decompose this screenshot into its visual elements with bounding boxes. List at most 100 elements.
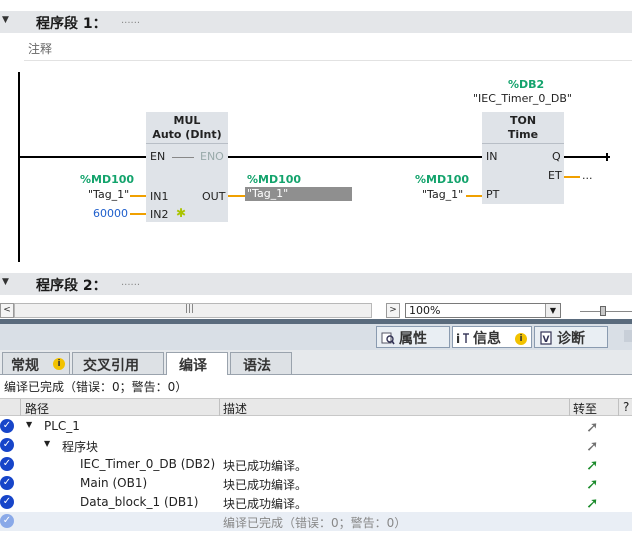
mul-in1-tag[interactable]: "Tag_1" [88,188,129,201]
svg-text:i: i [456,332,460,345]
zoom-slider[interactable] [578,304,632,319]
info-badge-icon: i [53,358,65,370]
tab-diagnostics-label: 诊断 [557,331,585,347]
ton-pin-et: ET [548,169,562,182]
ton-db-name[interactable]: "IEC_Timer_0_DB" [473,92,572,105]
row-description: 编译已完成（错误：0；警告：0） [223,516,407,530]
mul-out-tag-field[interactable]: "Tag_1" [245,187,352,201]
table-row[interactable]: ✓ Main (OB1) 块已成功编译。 ➚ [0,474,632,493]
row-path: 程序块 [62,440,99,454]
scroll-left-button[interactable]: < [0,303,14,318]
results-table-header: 路径 描述 转至 ? [0,398,632,416]
mul-pin-in1: IN1 [150,190,169,203]
goto-arrow-icon[interactable]: ➚ [586,456,599,474]
tab-compile[interactable]: 编译 [166,352,228,375]
mul-out-connector [228,195,245,197]
mul-pin-in2: IN2 [150,208,169,221]
scroll-grip[interactable]: ||| [185,304,194,314]
ton-block-divider [482,143,564,144]
column-separator[interactable] [219,399,220,416]
segment-1-comment[interactable]: 注释 [24,38,632,61]
success-check-icon: ✓ [0,457,14,471]
add-input-star-icon[interactable]: ✱ [176,206,186,220]
power-rail [18,72,20,262]
scroll-right-button[interactable]: > [386,303,400,318]
diagnostics-icon: V [540,331,552,345]
tab-syntax-label: 语法 [243,358,271,374]
table-row[interactable]: ✓ ▼ PLC_1 ➚ [0,417,632,436]
tab-info[interactable]: i 信息 i [452,326,532,348]
column-goto[interactable]: 转至 [573,400,597,417]
ton-pt-connector [466,195,482,197]
column-separator[interactable] [618,399,619,416]
segment-2-title: 程序段 2： [36,278,107,294]
ton-block[interactable]: TON Time IN Q ET PT [482,112,564,204]
ton-db-address[interactable]: %DB2 [508,78,544,91]
chevron-down-icon[interactable]: ▼ [545,304,560,317]
rung-end-marker [606,153,608,161]
ton-pt-address[interactable]: %MD100 [415,173,469,186]
table-row[interactable]: ✓ Data_block_1 (DB1) 块已成功编译。 ➚ [0,493,632,512]
ton-pt-tag[interactable]: "Tag_1" [422,188,463,201]
ton-pin-pt: PT [486,188,500,201]
ton-pin-in: IN [486,150,498,163]
mul-in2-constant[interactable]: 60000 [93,207,128,220]
tab-cross-reference-label: 交叉引用 [83,358,139,374]
segment-1-title-placeholder[interactable]: ...... [121,15,140,26]
mul-block-type[interactable]: Auto (DInt) [146,128,228,141]
ton-et-value[interactable]: ... [582,169,593,182]
tab-cross-reference[interactable]: 交叉引用 [72,352,164,374]
mul-block[interactable]: MUL Auto (DInt) EN ENO IN1 OUT IN2 ✱ [146,112,228,222]
column-description[interactable]: 描述 [223,400,247,417]
success-check-icon: ✓ [0,438,14,452]
segment-2-title-placeholder[interactable]: ...... [121,277,140,288]
success-check-icon: ✓ [0,495,14,509]
mul-out-address[interactable]: %MD100 [247,173,301,186]
goto-arrow-icon[interactable]: ➚ [586,437,599,455]
pane-tab-scroll[interactable] [624,330,632,342]
mul-pin-eno: ENO [200,150,224,163]
success-check-icon: ✓ [0,514,14,528]
expand-triangle-icon[interactable]: ▼ [44,439,50,448]
collapse-triangle-icon[interactable]: ▼ [2,15,9,25]
zoom-slider-thumb[interactable] [600,306,606,316]
table-row[interactable]: ✓ ▼ 程序块 ➚ [0,436,632,455]
properties-icon [381,332,395,345]
tab-general-label: 常规 [11,358,39,374]
expand-triangle-icon[interactable]: ▼ [26,420,32,429]
tab-general[interactable]: 常规 i [2,352,70,374]
column-help[interactable]: ? [623,400,629,414]
tab-syntax[interactable]: 语法 [230,352,292,374]
tab-compile-label: 编译 [179,358,207,374]
goto-arrow-icon[interactable]: ➚ [586,494,599,512]
horizontal-scrollbar[interactable]: ||| [14,303,372,318]
zoom-select[interactable]: 100% ▼ [405,303,561,318]
segment-2-header[interactable]: ▼ 程序段 2： ...... [0,273,632,295]
tab-diagnostics[interactable]: V 诊断 [534,326,608,348]
table-row[interactable]: ✓ 编译已完成（错误：0；警告：0） [0,512,632,531]
collapse-triangle-icon[interactable]: ▼ [2,277,9,287]
ton-block-name: TON [509,114,537,127]
row-description: 块已成功编译。 [223,478,308,492]
column-separator[interactable] [20,399,21,416]
column-separator[interactable] [569,399,570,416]
segment-1-header[interactable]: ▼ 程序段 1： ...... [0,11,632,33]
info-subtabs: 常规 i 交叉引用 编译 语法 [0,350,632,375]
chevron-right-icon: > [389,305,397,315]
mul-in2-connector [130,213,146,215]
mul-in1-address[interactable]: %MD100 [80,173,134,186]
comment-label: 注释 [28,42,53,56]
ton-block-type[interactable]: Time [482,128,564,141]
mul-en-eno-link [172,157,194,158]
goto-arrow-icon[interactable]: ➚ [586,475,599,493]
rung-wire-left [20,156,146,158]
goto-arrow-icon[interactable]: ➚ [586,418,599,436]
column-path[interactable]: 路径 [25,400,49,417]
table-row[interactable]: ✓ IEC_Timer_0_DB (DB2) 块已成功编译。 ➚ [0,455,632,474]
mul-block-name: MUL [173,114,201,127]
mul-block-divider [146,143,228,144]
mul-pin-out: OUT [202,190,226,203]
mul-pin-en: EN [150,150,166,163]
chevron-left-icon: < [3,305,11,315]
tab-properties[interactable]: 属性 [376,326,450,348]
